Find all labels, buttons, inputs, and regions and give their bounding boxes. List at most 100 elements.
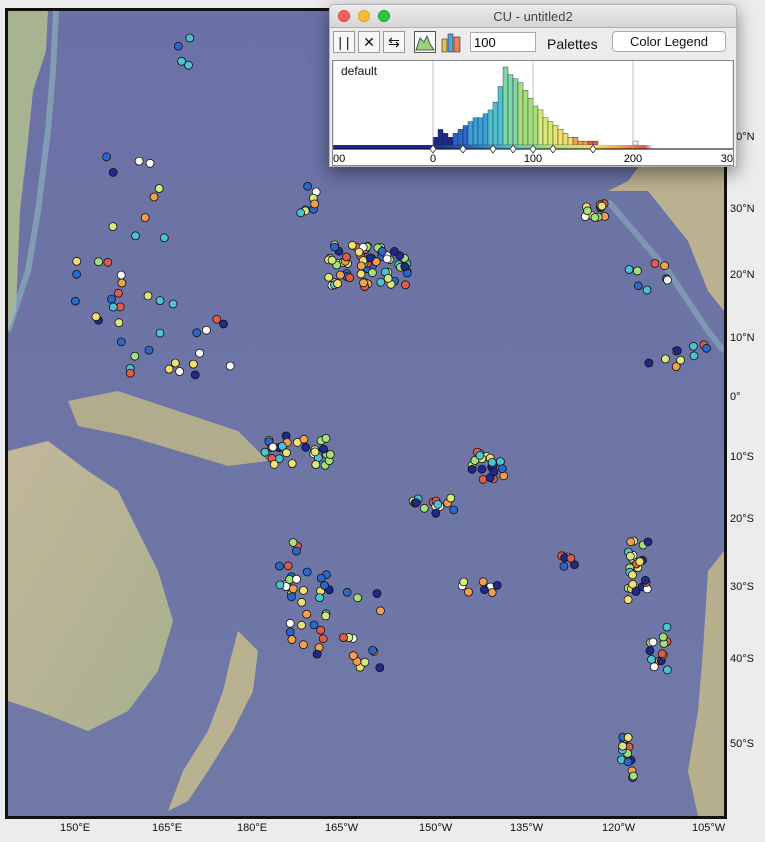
cross-icon[interactable]: ✕	[358, 31, 380, 53]
earthquake-point	[672, 346, 682, 356]
earthquake-point	[325, 450, 335, 459]
cu-window[interactable]: CU - untitled2 | | ✕ ⇆ Palettes Color Le…	[329, 4, 737, 167]
earthquake-point	[626, 537, 636, 547]
histogram-bar	[462, 125, 469, 146]
earthquake-point	[356, 269, 366, 279]
earthquake-point	[155, 296, 165, 306]
earthquake-point	[225, 361, 235, 371]
earthquake-point	[302, 567, 312, 577]
earthquake-point	[297, 597, 307, 607]
histogram-bars	[432, 66, 639, 146]
earthquake-point	[312, 649, 322, 659]
earthquake-point	[657, 649, 667, 659]
pipe-icon[interactable]: | |	[333, 31, 355, 53]
histogram-bar	[632, 140, 639, 146]
color-legend-button[interactable]: Color Legend	[612, 31, 726, 52]
earthquake-point	[633, 281, 643, 291]
histogram-bar	[532, 105, 539, 146]
earthquake-point	[647, 655, 656, 664]
earthquake-point	[299, 434, 309, 444]
value-input[interactable]	[470, 32, 536, 52]
earthquake-point	[131, 231, 140, 241]
earthquake-point	[303, 181, 313, 191]
earthquake-point	[365, 253, 375, 263]
earthquake-point	[467, 464, 477, 474]
histogram-icon[interactable]	[414, 31, 436, 53]
earthquake-point	[315, 593, 325, 602]
earthquake-point	[103, 257, 113, 267]
earthquake-point	[401, 280, 410, 290]
earthquake-point	[298, 640, 308, 650]
histogram-bar	[492, 101, 499, 146]
earthquake-point	[91, 312, 101, 322]
earthquake-point	[285, 627, 295, 637]
earthquake-point	[368, 646, 378, 655]
earthquake-point	[487, 588, 497, 597]
earthquake-point	[287, 459, 297, 469]
earthquake-point	[631, 587, 641, 596]
earthquake-point	[499, 471, 509, 481]
histogram-chart[interactable]: 00 0 100 200 30	[333, 61, 733, 165]
earthquake-point	[623, 595, 633, 605]
earthquake-point	[168, 299, 178, 309]
earthquake-point	[628, 570, 637, 580]
histogram-tick-label: 100	[524, 153, 542, 165]
earthquake-point	[345, 273, 355, 283]
earthquake-point	[108, 167, 118, 177]
latitude-tick-label: 30°S	[730, 581, 754, 593]
earthquake-point	[590, 213, 600, 222]
histogram-panel[interactable]: default 00 0 100 200 30	[332, 60, 734, 166]
earthquake-point	[676, 355, 685, 365]
earthquake-point	[297, 620, 307, 630]
earthquake-point	[339, 633, 348, 642]
histogram-bar	[457, 129, 464, 146]
earthquake-point	[377, 246, 387, 256]
earthquake-point	[170, 358, 180, 368]
histogram-bar	[432, 136, 439, 146]
latitude-tick-label: 50°S	[730, 738, 754, 750]
earthquake-point	[459, 577, 469, 587]
palettes-label[interactable]: Palettes	[547, 36, 598, 52]
earthquake-point	[382, 254, 392, 264]
bars-icon[interactable]	[441, 31, 463, 53]
latitude-tick-label: 10°N	[730, 332, 755, 344]
earthquake-point	[330, 242, 340, 252]
window-titlebar[interactable]: CU - untitled2	[330, 5, 736, 28]
earthquake-point	[360, 657, 370, 667]
earthquake-point	[478, 474, 488, 484]
histogram-bar	[567, 136, 574, 146]
earthquake-point	[195, 348, 205, 358]
longitude-tick-label: 180°E	[237, 822, 268, 834]
earthquake-point	[487, 457, 497, 467]
earthquake-point	[310, 199, 320, 209]
earthquake-point	[285, 618, 295, 628]
earthquake-point	[431, 508, 441, 518]
earthquake-point	[321, 433, 331, 443]
histogram-bar	[447, 136, 454, 146]
earthquake-point	[356, 261, 366, 271]
earthquake-point	[660, 261, 669, 271]
longitude-tick-label: 165°W	[325, 822, 359, 834]
earthquake-point	[94, 257, 103, 267]
earthquake-point	[376, 277, 386, 287]
histogram-bar	[577, 140, 584, 146]
latitude-tick-label: 30°N	[730, 203, 755, 215]
earthquake-point	[479, 585, 489, 595]
flip-icon[interactable]: ⇆	[383, 31, 405, 53]
earthquake-point	[316, 625, 326, 635]
earthquake-point	[302, 609, 312, 619]
histogram-bar	[582, 140, 589, 146]
earthquake-point	[319, 444, 328, 454]
earthquake-point	[348, 651, 358, 661]
earthquake-point	[372, 589, 382, 598]
earthquake-point	[497, 464, 507, 474]
histogram-bar	[517, 82, 524, 146]
histogram-bar	[572, 136, 579, 146]
earthquake-point	[411, 498, 421, 508]
earthquake-point	[108, 302, 118, 312]
earthquake-point	[268, 442, 278, 452]
earthquake-point	[301, 442, 311, 452]
earthquake-point	[661, 354, 670, 364]
earthquake-point	[316, 573, 326, 583]
earthquake-point	[649, 662, 659, 672]
